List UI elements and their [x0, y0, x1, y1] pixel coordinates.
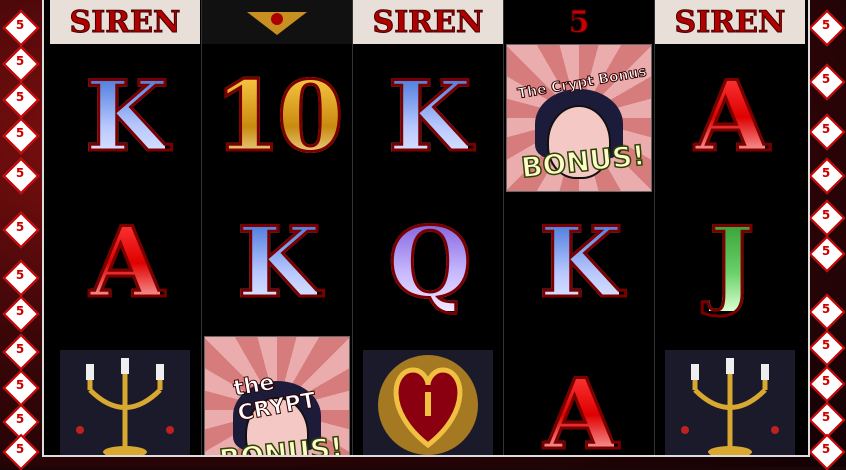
game-frame: 5 5 5 5 5 5 5 5 5 5 5 5 5 5 5 5 5 5 5 5 … — [0, 0, 846, 470]
symbol-10: 10 — [213, 60, 346, 173]
symbol-a: A — [504, 350, 654, 455]
reel-1: SIREN K A — [50, 0, 200, 455]
left-payline-markers: 5 5 5 5 5 5 5 5 5 5 5 5 — [0, 0, 42, 470]
crypt-bonus-symbol: The Crypt Bonus BONUS! — [504, 44, 654, 192]
bonus-card: the CRYPT BONUS! — [204, 336, 350, 455]
payline-marker[interactable]: 5 — [2, 259, 40, 297]
siren-logo-partial: SIREN — [50, 0, 200, 44]
reel-2: 10 K the CRYPT BONUS! — [201, 0, 352, 455]
symbol-j: J — [708, 206, 756, 319]
symbol-q: Q — [387, 206, 474, 319]
reel-4: 5 The Crypt Bonus BONUS! K A — [503, 0, 654, 455]
payline-marker[interactable]: 5 — [2, 433, 40, 470]
payline-marker[interactable]: 5 — [808, 199, 846, 237]
payline-marker[interactable]: 5 — [808, 63, 846, 101]
payline-marker[interactable]: 5 — [808, 365, 846, 403]
bonus-card: The Crypt Bonus BONUS! — [506, 44, 652, 192]
payline-marker[interactable]: 5 — [2, 403, 40, 441]
payline-marker[interactable]: 5 — [808, 235, 846, 273]
candelabra-icon — [60, 350, 190, 455]
reel-top-partial: 5 — [504, 0, 654, 44]
candelabra-icon — [665, 350, 795, 455]
payline-marker[interactable]: 5 — [2, 369, 40, 407]
candelabra-symbol — [655, 340, 805, 455]
symbol-k: K — [387, 60, 473, 173]
siren-logo-partial: SIREN — [655, 0, 805, 44]
reel-5: SIREN A J — [654, 0, 805, 455]
symbol-k: K — [538, 206, 624, 319]
payline-marker[interactable]: 5 — [2, 157, 40, 195]
heart-icon — [363, 350, 493, 455]
reel-top-ornament — [202, 0, 352, 44]
payline-marker[interactable]: 5 — [2, 211, 40, 249]
payline-marker[interactable]: 5 — [2, 117, 40, 155]
payline-marker[interactable]: 5 — [2, 81, 40, 119]
payline-marker[interactable]: 5 — [808, 157, 846, 195]
reel-area: SIREN K A 10 K the CRYPT BONUS! SIREN K … — [42, 0, 810, 457]
siren-logo-partial: SIREN — [353, 0, 503, 44]
payline-marker[interactable]: 5 — [2, 295, 40, 333]
reel-3: SIREN K Q — [352, 0, 503, 455]
payline-marker[interactable]: 5 — [808, 401, 846, 439]
crypt-bonus-symbol: the CRYPT BONUS! — [202, 336, 352, 455]
payline-marker[interactable]: 5 — [2, 45, 40, 83]
right-payline-markers: 5 5 5 5 5 5 5 5 5 5 5 — [806, 0, 846, 470]
symbol-a: A — [88, 206, 166, 319]
payline-marker[interactable]: 5 — [2, 9, 40, 47]
symbol-k: K — [84, 60, 170, 173]
heart-symbol — [353, 340, 503, 455]
symbol-a: A — [693, 60, 771, 173]
ornament-icon — [247, 12, 307, 35]
payline-marker[interactable]: 5 — [808, 433, 846, 470]
payline-marker[interactable]: 5 — [808, 293, 846, 331]
payline-marker[interactable]: 5 — [808, 9, 846, 47]
payline-marker[interactable]: 5 — [808, 113, 846, 151]
payline-marker[interactable]: 5 — [808, 329, 846, 367]
candelabra-symbol — [50, 340, 200, 455]
payline-marker[interactable]: 5 — [2, 333, 40, 371]
symbol-k: K — [236, 206, 322, 319]
